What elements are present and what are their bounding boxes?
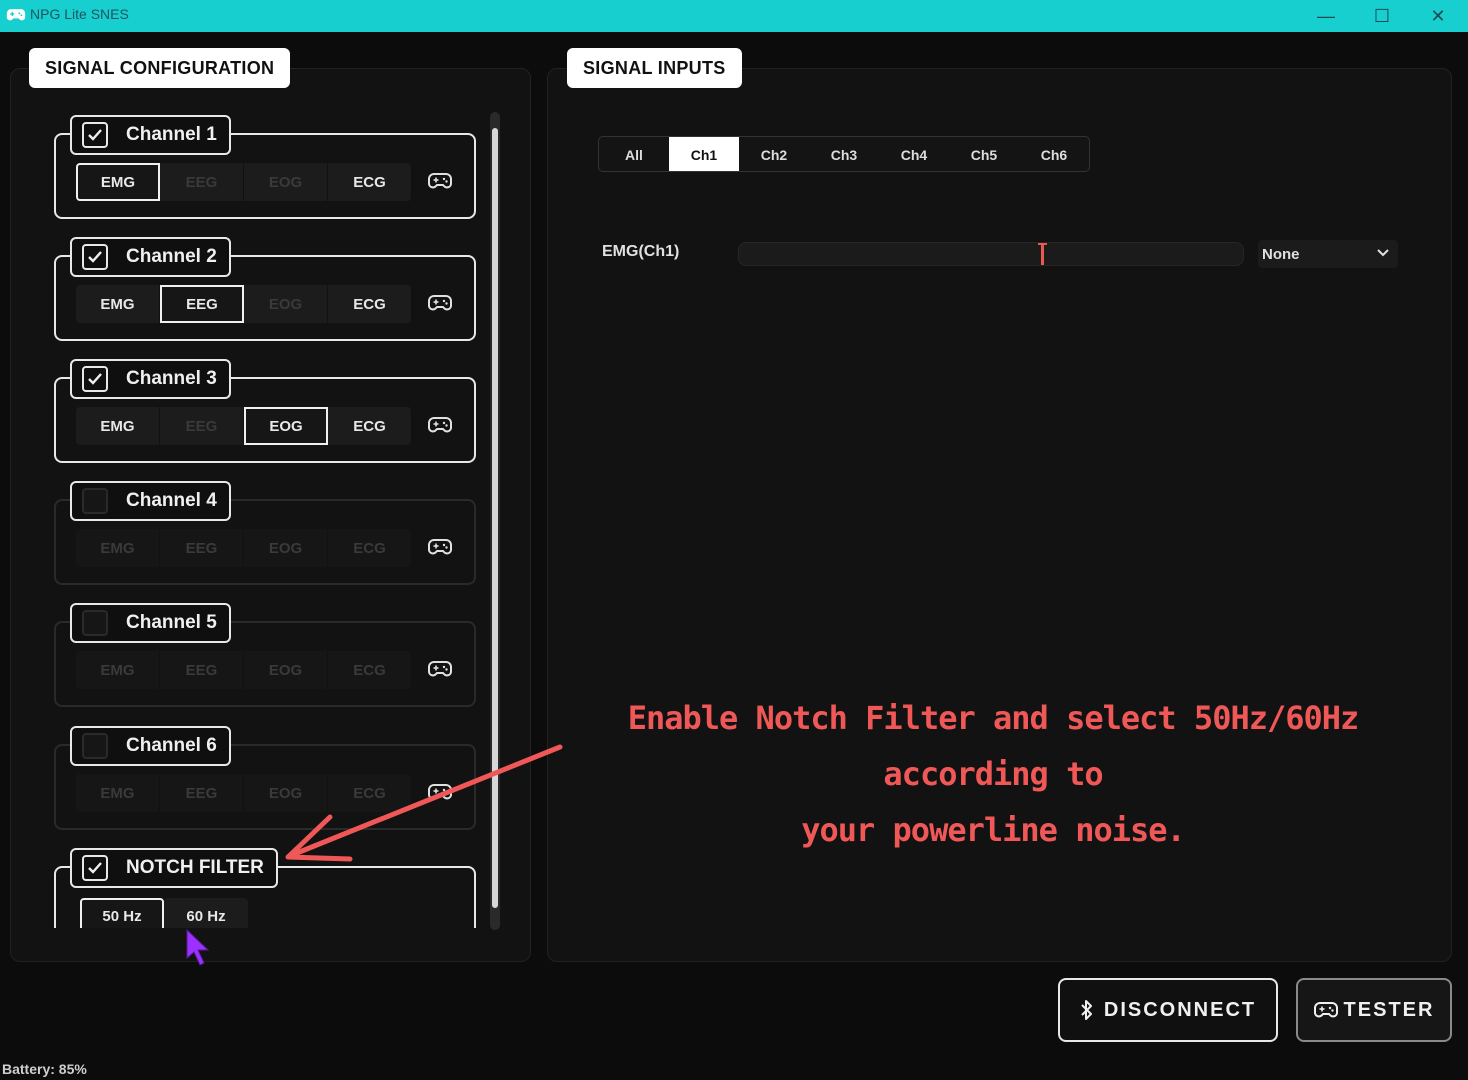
channel-3-option-eeg[interactable]: EEG	[160, 407, 244, 445]
disconnect-button[interactable]: DISCONNECT	[1058, 978, 1278, 1042]
gamepad-icon[interactable]	[428, 415, 452, 435]
notch-filter-label: NOTCH FILTER	[126, 857, 264, 878]
gamepad-icon	[1313, 1002, 1338, 1018]
tab-ch1[interactable]: Ch1	[669, 137, 739, 171]
channel-6-checkbox[interactable]	[82, 733, 108, 759]
tab-all[interactable]: All	[599, 137, 669, 171]
channel-3-checkbox[interactable]	[82, 366, 108, 392]
channel-3-header: Channel 3	[70, 359, 231, 399]
channel-1-option-ecg[interactable]: ECG	[328, 163, 412, 201]
tutorial-annotation: Enable Notch Filter and select 50Hz/60Hz…	[548, 690, 1438, 858]
channel-1-header: Channel 1	[70, 115, 231, 155]
channel-5-name: Channel 5	[126, 612, 217, 633]
signal-level-marker	[1038, 243, 1047, 265]
signal-inputs-label: SIGNAL INPUTS	[567, 48, 742, 88]
close-button[interactable]: ✕	[1410, 0, 1466, 32]
channel-4-option-eeg[interactable]: EEG	[160, 529, 244, 567]
channel-2-option-eeg[interactable]: EEG	[160, 285, 244, 323]
checkmark-icon	[88, 373, 102, 385]
channel-5-group: Channel 5 EMG EEG EOG ECG	[54, 603, 476, 707]
notch-filter-checkbox[interactable]	[82, 855, 108, 881]
channel-1-checkbox[interactable]	[82, 122, 108, 148]
channel-2-header: Channel 2	[70, 237, 231, 277]
checkmark-icon	[88, 129, 102, 141]
channel-1-option-emg[interactable]: EMG	[76, 163, 160, 201]
channel-4-type-selector: EMG EEG EOG ECG	[76, 529, 412, 567]
mapping-select[interactable]: None	[1258, 240, 1398, 268]
gamepad-icon[interactable]	[428, 293, 452, 313]
channel-3-option-eog[interactable]: EOG	[244, 407, 328, 445]
tab-ch5[interactable]: Ch5	[949, 137, 1019, 171]
channel-2-type-selector: EMG EEG EOG ECG	[76, 285, 412, 323]
channel-4-checkbox[interactable]	[82, 488, 108, 514]
channel-4-group: Channel 4 EMG EEG EOG ECG	[54, 481, 476, 585]
annotation-arrow-icon	[285, 744, 563, 862]
channel-4-option-eog[interactable]: EOG	[244, 529, 328, 567]
channel-6-option-emg[interactable]: EMG	[76, 774, 160, 812]
disconnect-label: DISCONNECT	[1103, 998, 1257, 1021]
bluetooth-icon	[1081, 1000, 1092, 1020]
channel-5-type-selector: EMG EEG EOG ECG	[76, 651, 412, 689]
channel-3-group: Channel 3 EMG EEG EOG ECG	[54, 359, 476, 463]
channel-4-option-emg[interactable]: EMG	[76, 529, 160, 567]
annotation-line-1: Enable Notch Filter and select 50Hz/60Hz…	[627, 699, 1360, 793]
signal-level-bar	[738, 242, 1244, 266]
signal-label: EMG(Ch1)	[602, 243, 680, 260]
chevron-down-icon	[1377, 249, 1389, 257]
tab-ch6[interactable]: Ch6	[1019, 137, 1089, 171]
scroll-clip	[40, 928, 490, 958]
channel-4-name: Channel 4	[126, 490, 217, 511]
mapping-select-value: None	[1262, 245, 1300, 263]
annotation-line-2: your powerline noise.	[801, 811, 1186, 849]
channel-6-header: Channel 6	[70, 726, 231, 766]
notch-filter-header: NOTCH FILTER	[70, 848, 278, 888]
channel-2-option-emg[interactable]: EMG	[76, 285, 160, 323]
tab-ch2[interactable]: Ch2	[739, 137, 809, 171]
channel-3-option-emg[interactable]: EMG	[76, 407, 160, 445]
channel-1-option-eeg[interactable]: EEG	[160, 163, 244, 201]
tester-label: TESTER	[1343, 998, 1435, 1021]
channel-3-option-ecg[interactable]: ECG	[328, 407, 412, 445]
channel-2-option-ecg[interactable]: ECG	[328, 285, 412, 323]
battery-status: Battery: 85%	[2, 1061, 87, 1077]
maximize-button[interactable]: ☐	[1354, 0, 1410, 32]
gamepad-icon[interactable]	[428, 537, 452, 557]
channel-3-name: Channel 3	[126, 368, 217, 389]
tester-button[interactable]: TESTER	[1296, 978, 1452, 1042]
title-bar: NPG Lite SNES — ☐ ✕	[0, 0, 1468, 32]
minimize-button[interactable]: —	[1298, 0, 1354, 32]
channel-1-type-selector: EMG EEG EOG ECG	[76, 163, 412, 201]
channel-5-option-ecg[interactable]: ECG	[328, 651, 412, 689]
channel-5-option-eog[interactable]: EOG	[244, 651, 328, 689]
channel-2-name: Channel 2	[126, 246, 217, 267]
signal-configuration-label: SIGNAL CONFIGURATION	[29, 48, 291, 88]
channel-6-option-eeg[interactable]: EEG	[160, 774, 244, 812]
app-window: NPG Lite SNES — ☐ ✕ SIGNAL CONFIGURATION…	[0, 0, 1468, 1080]
channel-2-checkbox[interactable]	[82, 244, 108, 270]
channel-5-option-eeg[interactable]: EEG	[160, 651, 244, 689]
channel-5-checkbox[interactable]	[82, 610, 108, 636]
tab-ch4[interactable]: Ch4	[879, 137, 949, 171]
channel-4-option-ecg[interactable]: ECG	[328, 529, 412, 567]
channel-tabs: All Ch1 Ch2 Ch3 Ch4 Ch5 Ch6	[598, 136, 1090, 172]
channel-1-name: Channel 1	[126, 124, 217, 145]
channel-4-header: Channel 4	[70, 481, 231, 521]
mouse-cursor-icon	[186, 928, 210, 966]
channel-2-group: Channel 2 EMG EEG EOG ECG	[54, 237, 476, 341]
channel-3-type-selector: EMG EEG EOG ECG	[76, 407, 412, 445]
channel-2-option-eog[interactable]: EOG	[244, 285, 328, 323]
channel-6-name: Channel 6	[126, 735, 217, 756]
channel-5-option-emg[interactable]: EMG	[76, 651, 160, 689]
window-title: NPG Lite SNES	[30, 6, 129, 22]
checkmark-icon	[88, 862, 102, 874]
channel-1-option-eog[interactable]: EOG	[244, 163, 328, 201]
channel-1-group: Channel 1 EMG EEG EOG ECG	[54, 115, 476, 219]
channel-5-header: Channel 5	[70, 603, 231, 643]
gamepad-icon[interactable]	[428, 171, 452, 191]
tab-ch3[interactable]: Ch3	[809, 137, 879, 171]
checkmark-icon	[88, 251, 102, 263]
gamepad-icon[interactable]	[428, 659, 452, 679]
gamepad-icon	[6, 9, 26, 21]
